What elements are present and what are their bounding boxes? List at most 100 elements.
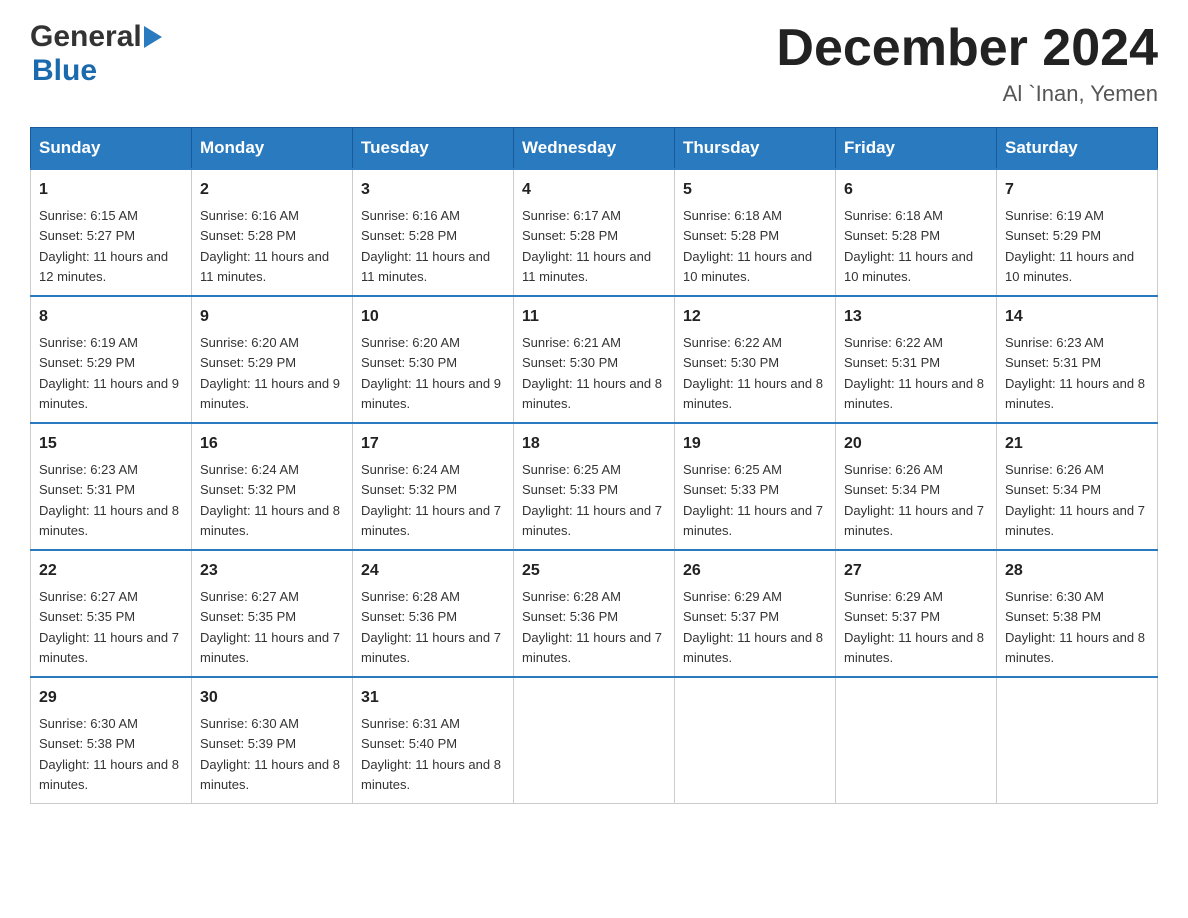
day-number: 18 xyxy=(522,432,666,456)
calendar-cell: 1 Sunrise: 6:15 AMSunset: 5:27 PMDayligh… xyxy=(31,169,192,296)
calendar-cell: 16 Sunrise: 6:24 AMSunset: 5:32 PMDaylig… xyxy=(192,423,353,550)
calendar-cell: 9 Sunrise: 6:20 AMSunset: 5:29 PMDayligh… xyxy=(192,296,353,423)
calendar-cell: 15 Sunrise: 6:23 AMSunset: 5:31 PMDaylig… xyxy=(31,423,192,550)
header-day-friday: Friday xyxy=(836,128,997,170)
calendar-cell: 28 Sunrise: 6:30 AMSunset: 5:38 PMDaylig… xyxy=(997,550,1158,677)
day-info: Sunrise: 6:18 AMSunset: 5:28 PMDaylight:… xyxy=(683,208,812,284)
day-number: 23 xyxy=(200,559,344,583)
calendar-cell: 4 Sunrise: 6:17 AMSunset: 5:28 PMDayligh… xyxy=(514,169,675,296)
day-number: 27 xyxy=(844,559,988,583)
calendar-week-row: 8 Sunrise: 6:19 AMSunset: 5:29 PMDayligh… xyxy=(31,296,1158,423)
day-number: 7 xyxy=(1005,178,1149,202)
calendar-title: December 2024 xyxy=(776,20,1158,77)
day-info: Sunrise: 6:17 AMSunset: 5:28 PMDaylight:… xyxy=(522,208,651,284)
day-info: Sunrise: 6:29 AMSunset: 5:37 PMDaylight:… xyxy=(844,589,984,665)
day-info: Sunrise: 6:26 AMSunset: 5:34 PMDaylight:… xyxy=(1005,462,1145,538)
calendar-cell: 24 Sunrise: 6:28 AMSunset: 5:36 PMDaylig… xyxy=(353,550,514,677)
day-info: Sunrise: 6:20 AMSunset: 5:30 PMDaylight:… xyxy=(361,335,501,411)
day-info: Sunrise: 6:28 AMSunset: 5:36 PMDaylight:… xyxy=(522,589,662,665)
calendar-cell: 18 Sunrise: 6:25 AMSunset: 5:33 PMDaylig… xyxy=(514,423,675,550)
calendar-cell: 10 Sunrise: 6:20 AMSunset: 5:30 PMDaylig… xyxy=(353,296,514,423)
calendar-week-row: 22 Sunrise: 6:27 AMSunset: 5:35 PMDaylig… xyxy=(31,550,1158,677)
day-number: 25 xyxy=(522,559,666,583)
day-number: 24 xyxy=(361,559,505,583)
day-info: Sunrise: 6:31 AMSunset: 5:40 PMDaylight:… xyxy=(361,716,501,792)
calendar-cell: 13 Sunrise: 6:22 AMSunset: 5:31 PMDaylig… xyxy=(836,296,997,423)
title-area: December 2024 Al `Inan, Yemen xyxy=(776,20,1158,107)
calendar-cell: 17 Sunrise: 6:24 AMSunset: 5:32 PMDaylig… xyxy=(353,423,514,550)
day-info: Sunrise: 6:21 AMSunset: 5:30 PMDaylight:… xyxy=(522,335,662,411)
day-info: Sunrise: 6:25 AMSunset: 5:33 PMDaylight:… xyxy=(683,462,823,538)
day-number: 3 xyxy=(361,178,505,202)
header-day-monday: Monday xyxy=(192,128,353,170)
day-info: Sunrise: 6:16 AMSunset: 5:28 PMDaylight:… xyxy=(200,208,329,284)
calendar-cell: 8 Sunrise: 6:19 AMSunset: 5:29 PMDayligh… xyxy=(31,296,192,423)
day-info: Sunrise: 6:24 AMSunset: 5:32 PMDaylight:… xyxy=(361,462,501,538)
calendar-cell: 12 Sunrise: 6:22 AMSunset: 5:30 PMDaylig… xyxy=(675,296,836,423)
day-info: Sunrise: 6:22 AMSunset: 5:31 PMDaylight:… xyxy=(844,335,984,411)
day-info: Sunrise: 6:30 AMSunset: 5:38 PMDaylight:… xyxy=(39,716,179,792)
day-info: Sunrise: 6:15 AMSunset: 5:27 PMDaylight:… xyxy=(39,208,168,284)
day-number: 16 xyxy=(200,432,344,456)
day-info: Sunrise: 6:23 AMSunset: 5:31 PMDaylight:… xyxy=(1005,335,1145,411)
day-info: Sunrise: 6:30 AMSunset: 5:38 PMDaylight:… xyxy=(1005,589,1145,665)
day-info: Sunrise: 6:24 AMSunset: 5:32 PMDaylight:… xyxy=(200,462,340,538)
day-number: 17 xyxy=(361,432,505,456)
day-number: 12 xyxy=(683,305,827,329)
day-number: 26 xyxy=(683,559,827,583)
calendar-week-row: 29 Sunrise: 6:30 AMSunset: 5:38 PMDaylig… xyxy=(31,677,1158,804)
day-number: 10 xyxy=(361,305,505,329)
calendar-cell: 6 Sunrise: 6:18 AMSunset: 5:28 PMDayligh… xyxy=(836,169,997,296)
day-number: 30 xyxy=(200,686,344,710)
day-number: 20 xyxy=(844,432,988,456)
day-number: 29 xyxy=(39,686,183,710)
calendar-cell: 29 Sunrise: 6:30 AMSunset: 5:38 PMDaylig… xyxy=(31,677,192,804)
day-info: Sunrise: 6:25 AMSunset: 5:33 PMDaylight:… xyxy=(522,462,662,538)
calendar-cell xyxy=(675,677,836,804)
day-number: 2 xyxy=(200,178,344,202)
day-number: 13 xyxy=(844,305,988,329)
page-header: General Blue December 2024 Al `Inan, Yem… xyxy=(30,20,1158,107)
day-number: 22 xyxy=(39,559,183,583)
calendar-subtitle: Al `Inan, Yemen xyxy=(776,81,1158,107)
day-number: 9 xyxy=(200,305,344,329)
day-info: Sunrise: 6:29 AMSunset: 5:37 PMDaylight:… xyxy=(683,589,823,665)
header-day-sunday: Sunday xyxy=(31,128,192,170)
header-day-saturday: Saturday xyxy=(997,128,1158,170)
day-info: Sunrise: 6:18 AMSunset: 5:28 PMDaylight:… xyxy=(844,208,973,284)
header-day-wednesday: Wednesday xyxy=(514,128,675,170)
day-info: Sunrise: 6:22 AMSunset: 5:30 PMDaylight:… xyxy=(683,335,823,411)
calendar-cell: 22 Sunrise: 6:27 AMSunset: 5:35 PMDaylig… xyxy=(31,550,192,677)
calendar-cell: 5 Sunrise: 6:18 AMSunset: 5:28 PMDayligh… xyxy=(675,169,836,296)
calendar-cell: 23 Sunrise: 6:27 AMSunset: 5:35 PMDaylig… xyxy=(192,550,353,677)
day-info: Sunrise: 6:19 AMSunset: 5:29 PMDaylight:… xyxy=(39,335,179,411)
day-info: Sunrise: 6:26 AMSunset: 5:34 PMDaylight:… xyxy=(844,462,984,538)
calendar-cell xyxy=(997,677,1158,804)
day-number: 8 xyxy=(39,305,183,329)
day-info: Sunrise: 6:28 AMSunset: 5:36 PMDaylight:… xyxy=(361,589,501,665)
day-info: Sunrise: 6:30 AMSunset: 5:39 PMDaylight:… xyxy=(200,716,340,792)
day-info: Sunrise: 6:20 AMSunset: 5:29 PMDaylight:… xyxy=(200,335,340,411)
calendar-cell: 20 Sunrise: 6:26 AMSunset: 5:34 PMDaylig… xyxy=(836,423,997,550)
day-info: Sunrise: 6:19 AMSunset: 5:29 PMDaylight:… xyxy=(1005,208,1134,284)
calendar-cell xyxy=(514,677,675,804)
calendar-cell: 26 Sunrise: 6:29 AMSunset: 5:37 PMDaylig… xyxy=(675,550,836,677)
calendar-cell: 7 Sunrise: 6:19 AMSunset: 5:29 PMDayligh… xyxy=(997,169,1158,296)
day-number: 4 xyxy=(522,178,666,202)
day-number: 31 xyxy=(361,686,505,710)
day-number: 15 xyxy=(39,432,183,456)
calendar-cell xyxy=(836,677,997,804)
calendar-cell: 2 Sunrise: 6:16 AMSunset: 5:28 PMDayligh… xyxy=(192,169,353,296)
day-number: 1 xyxy=(39,178,183,202)
calendar-header-row: SundayMondayTuesdayWednesdayThursdayFrid… xyxy=(31,128,1158,170)
day-number: 19 xyxy=(683,432,827,456)
calendar-cell: 11 Sunrise: 6:21 AMSunset: 5:30 PMDaylig… xyxy=(514,296,675,423)
day-info: Sunrise: 6:23 AMSunset: 5:31 PMDaylight:… xyxy=(39,462,179,538)
header-day-tuesday: Tuesday xyxy=(353,128,514,170)
day-number: 6 xyxy=(844,178,988,202)
calendar-cell: 21 Sunrise: 6:26 AMSunset: 5:34 PMDaylig… xyxy=(997,423,1158,550)
day-info: Sunrise: 6:27 AMSunset: 5:35 PMDaylight:… xyxy=(200,589,340,665)
day-number: 5 xyxy=(683,178,827,202)
calendar-cell: 30 Sunrise: 6:30 AMSunset: 5:39 PMDaylig… xyxy=(192,677,353,804)
day-number: 11 xyxy=(522,305,666,329)
